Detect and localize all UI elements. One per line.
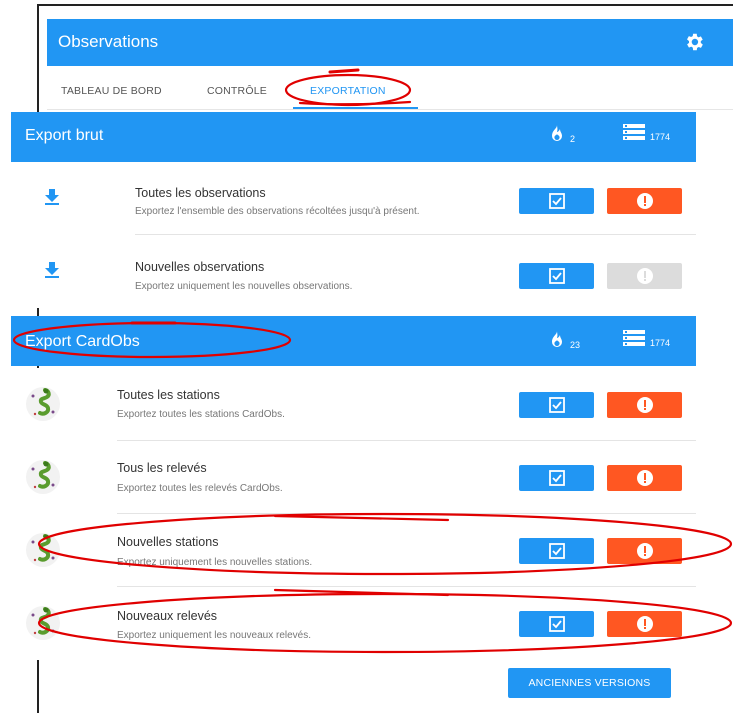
select-button[interactable] <box>519 465 594 491</box>
alert-icon <box>636 193 653 209</box>
row-description: Exportez uniquement les nouvelles statio… <box>117 557 313 568</box>
app-header: Observations <box>47 19 733 66</box>
stat-fire: 2 <box>549 124 575 144</box>
select-button[interactable] <box>519 611 594 637</box>
list-icon <box>623 330 645 346</box>
checkbox-icon <box>548 616 565 632</box>
section-header-export-brut: Export brut 2 1774 <box>11 112 696 162</box>
gear-icon[interactable] <box>683 31 705 53</box>
download-icon[interactable] <box>44 261 60 279</box>
row-description: Exportez uniquement les nouvelles observ… <box>135 281 353 292</box>
row-title: Nouveaux relevés <box>117 609 218 623</box>
select-button[interactable] <box>519 263 594 289</box>
list-item: Toutes les observations Exportez l'ensem… <box>11 162 696 235</box>
checkbox-icon <box>548 470 565 486</box>
list-item: Nouvelles stations Exportez uniquement l… <box>11 514 696 587</box>
stat-list: 1774 <box>623 330 670 348</box>
alert-button[interactable] <box>607 538 682 564</box>
gecko-icon <box>26 460 60 494</box>
download-icon[interactable] <box>44 188 60 206</box>
gecko-icon <box>26 533 60 567</box>
alert-icon <box>636 543 653 559</box>
alert-button[interactable] <box>607 188 682 214</box>
row-title: Nouvelles stations <box>117 535 219 549</box>
row-description: Exportez l'ensemble des observations réc… <box>135 206 420 217</box>
row-title: Tous les relevés <box>117 461 207 475</box>
alert-icon <box>636 470 653 486</box>
section-header-export-cardobs: Export CardObs 23 1774 <box>11 316 696 366</box>
gecko-icon <box>26 606 60 640</box>
tab-exportation[interactable]: EXPORTATION <box>310 85 386 97</box>
row-description: Exportez toutes les stations CardObs. <box>117 409 285 420</box>
tab-controle[interactable]: CONTRÔLE <box>207 85 267 97</box>
row-description: Exportez uniquement les nouveaux relevés… <box>117 630 312 641</box>
tab-bar: TABLEAU DE BORD CONTRÔLE EXPORTATION <box>47 66 733 110</box>
row-title: Nouvelles observations <box>135 260 265 274</box>
stat-fire-value: 23 <box>570 340 581 350</box>
alert-icon <box>636 268 653 284</box>
select-button[interactable] <box>519 188 594 214</box>
stat-list: 1774 <box>623 124 670 142</box>
stat-fire-value: 2 <box>570 134 576 144</box>
app-title: Observations <box>58 32 159 51</box>
list-item: Tous les relevés Exportez toutes les rel… <box>11 441 696 514</box>
stat-fire: 23 <box>549 330 580 350</box>
stat-list-value: 1774 <box>650 132 671 142</box>
alert-button[interactable] <box>607 392 682 418</box>
alert-button[interactable] <box>607 611 682 637</box>
section-title: Export brut <box>25 127 104 144</box>
checkbox-icon <box>548 543 565 559</box>
row-title: Toutes les stations <box>117 388 220 402</box>
list-item: Toutes les stations Exportez toutes les … <box>11 368 696 441</box>
list-item: Nouveaux relevés Exportez uniquement les… <box>11 587 696 660</box>
row-title: Toutes les observations <box>135 186 266 200</box>
checkbox-icon <box>548 193 565 209</box>
fire-icon <box>552 331 562 347</box>
alert-button[interactable] <box>607 465 682 491</box>
select-button[interactable] <box>519 392 594 418</box>
alert-icon <box>636 397 653 413</box>
fire-icon <box>552 125 562 141</box>
tab-tableau-de-bord[interactable]: TABLEAU DE BORD <box>61 85 162 97</box>
checkbox-icon <box>548 268 565 284</box>
checkbox-icon <box>548 397 565 413</box>
active-tab-indicator <box>293 107 418 109</box>
alert-icon <box>636 616 653 632</box>
old-versions-button[interactable]: ANCIENNES VERSIONS <box>508 668 671 698</box>
list-icon <box>623 124 645 140</box>
alert-button-disabled <box>607 263 682 289</box>
row-description: Exportez toutes les relevés CardObs. <box>117 483 283 494</box>
select-button[interactable] <box>519 538 594 564</box>
gecko-icon <box>26 387 60 421</box>
section-title: Export CardObs <box>25 333 140 350</box>
list-item: Nouvelles observations Exportez uniqueme… <box>11 235 696 308</box>
stat-list-value: 1774 <box>650 338 671 348</box>
